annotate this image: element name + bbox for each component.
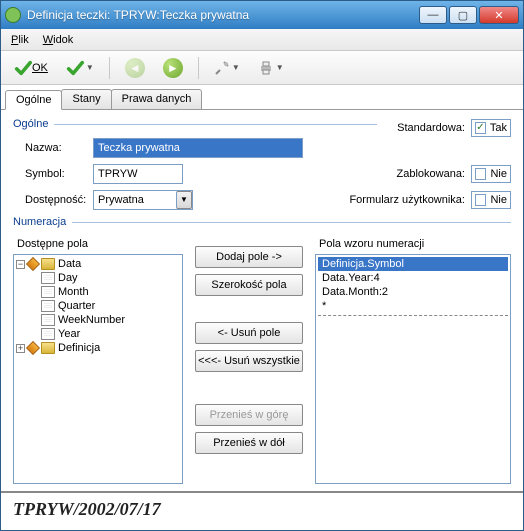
symbol-input[interactable] <box>93 164 183 184</box>
list-separator <box>318 315 508 316</box>
chevron-down-icon: ▼ <box>232 63 240 72</box>
add-field-button[interactable]: Dodaj pole -> <box>195 246 303 268</box>
ok-label: OK <box>32 62 48 74</box>
tree-label: Month <box>58 286 89 298</box>
field-icon <box>41 300 55 312</box>
print-button[interactable]: ▼ <box>251 57 291 79</box>
numbering-sample: TPRYW/2002/07/17 <box>1 491 523 530</box>
tree-node-definicja[interactable]: + Definicja <box>16 341 180 355</box>
checkbox-icon <box>475 168 486 180</box>
field-icon <box>41 286 55 298</box>
tree-node-data[interactable]: − Data <box>16 257 180 271</box>
app-icon <box>5 7 21 23</box>
list-item[interactable]: Data.Year:4 <box>318 271 508 285</box>
arrow-right-icon: ► <box>163 58 183 78</box>
chevron-down-icon: ▼ <box>276 63 284 72</box>
menu-widok[interactable]: Widok <box>43 34 74 46</box>
tab-stany[interactable]: Stany <box>61 89 111 109</box>
group-numeracja: Numeracja <box>13 216 511 228</box>
label-nazwa: Nazwa: <box>13 142 93 154</box>
checkbox-label: Nie <box>490 194 507 206</box>
close-button[interactable]: ✕ <box>479 6 519 24</box>
printer-icon <box>258 60 274 76</box>
field-icon <box>41 272 55 284</box>
checkmark-icon: ✓ <box>475 122 486 134</box>
chevron-down-icon: ▼ <box>176 191 192 209</box>
label-zablokowana: Zablokowana: <box>397 168 466 180</box>
tree-label: Quarter <box>58 300 95 312</box>
tree-node[interactable]: Year <box>16 327 180 341</box>
folder-icon <box>41 258 55 270</box>
tab-ogolne[interactable]: Ogólne <box>5 90 62 110</box>
expand-icon[interactable]: + <box>16 344 25 353</box>
check-icon <box>14 59 32 77</box>
list-item[interactable]: * <box>318 299 508 313</box>
remove-all-button[interactable]: <<<- Usuń wszystkie <box>195 350 303 372</box>
collapse-icon[interactable]: − <box>16 260 25 269</box>
arrow-left-icon: ◄ <box>125 58 145 78</box>
list-item[interactable]: Data.Month:2 <box>318 285 508 299</box>
label-pola-wzoru: Pola wzoru numeracji <box>319 238 511 250</box>
field-icon <box>41 314 55 326</box>
formularz-checkbox[interactable]: Nie <box>471 191 511 209</box>
tree-node[interactable]: Day <box>16 271 180 285</box>
check-icon <box>66 59 84 77</box>
zablokowana-checkbox[interactable]: Nie <box>471 165 511 183</box>
label-formularz: Formularz użytkownika: <box>349 194 465 206</box>
pattern-fields-list[interactable]: Definicja.Symbol Data.Year:4 Data.Month:… <box>315 254 511 484</box>
label-symbol: Symbol: <box>13 168 93 180</box>
apply-button[interactable]: ▼ <box>59 56 101 80</box>
list-item[interactable]: Definicja.Symbol <box>318 257 508 271</box>
remove-field-button[interactable]: <- Usuń pole <box>195 322 303 344</box>
nav-forward-button[interactable]: ► <box>156 55 190 81</box>
field-icon <box>41 328 55 340</box>
chevron-down-icon: ▼ <box>86 63 94 72</box>
select-value: Prywatna <box>94 194 176 206</box>
ok-button[interactable]: OK <box>7 56 55 80</box>
diamond-icon <box>26 257 40 271</box>
tree-label: Definicja <box>58 342 100 354</box>
nav-back-button[interactable]: ◄ <box>118 55 152 81</box>
tree-node[interactable]: WeekNumber <box>16 313 180 327</box>
label-dostepnosc: Dostępność: <box>13 194 93 206</box>
wrench-icon <box>214 60 230 76</box>
checkbox-label: Tak <box>490 122 507 134</box>
tab-prawa[interactable]: Prawa danych <box>111 89 203 109</box>
checkbox-label: Nie <box>490 168 507 180</box>
diamond-icon <box>26 341 40 355</box>
label-dostepne-pola: Dostępne pola <box>17 238 183 250</box>
label-standardowa: Standardowa: <box>397 122 465 134</box>
available-fields-tree[interactable]: − Data Day Month Quarter WeekNumber Year… <box>13 254 183 484</box>
checkbox-icon <box>475 194 486 206</box>
tree-node[interactable]: Quarter <box>16 299 180 313</box>
menu-plik[interactable]: Plik <box>11 34 29 46</box>
tools-button[interactable]: ▼ <box>207 57 247 79</box>
nazwa-input[interactable] <box>93 138 303 158</box>
dostepnosc-select[interactable]: Prywatna ▼ <box>93 190 193 210</box>
maximize-button[interactable]: ▢ <box>449 6 477 24</box>
tree-label: WeekNumber <box>58 314 125 326</box>
tree-label: Year <box>58 328 80 340</box>
tree-node[interactable]: Month <box>16 285 180 299</box>
move-up-button[interactable]: Przenieś w górę <box>195 404 303 426</box>
minimize-button[interactable]: — <box>419 6 447 24</box>
move-down-button[interactable]: Przenieś w dół <box>195 432 303 454</box>
field-width-button[interactable]: Szerokość pola <box>195 274 303 296</box>
tree-label: Day <box>58 272 78 284</box>
window-title: Definicja teczki: TPRYW:Teczka prywatna <box>27 8 419 22</box>
standardowa-checkbox[interactable]: ✓ Tak <box>471 119 511 137</box>
folder-icon <box>41 342 55 354</box>
group-ogolne: Ogólne <box>13 118 377 130</box>
tree-label: Data <box>58 258 81 270</box>
